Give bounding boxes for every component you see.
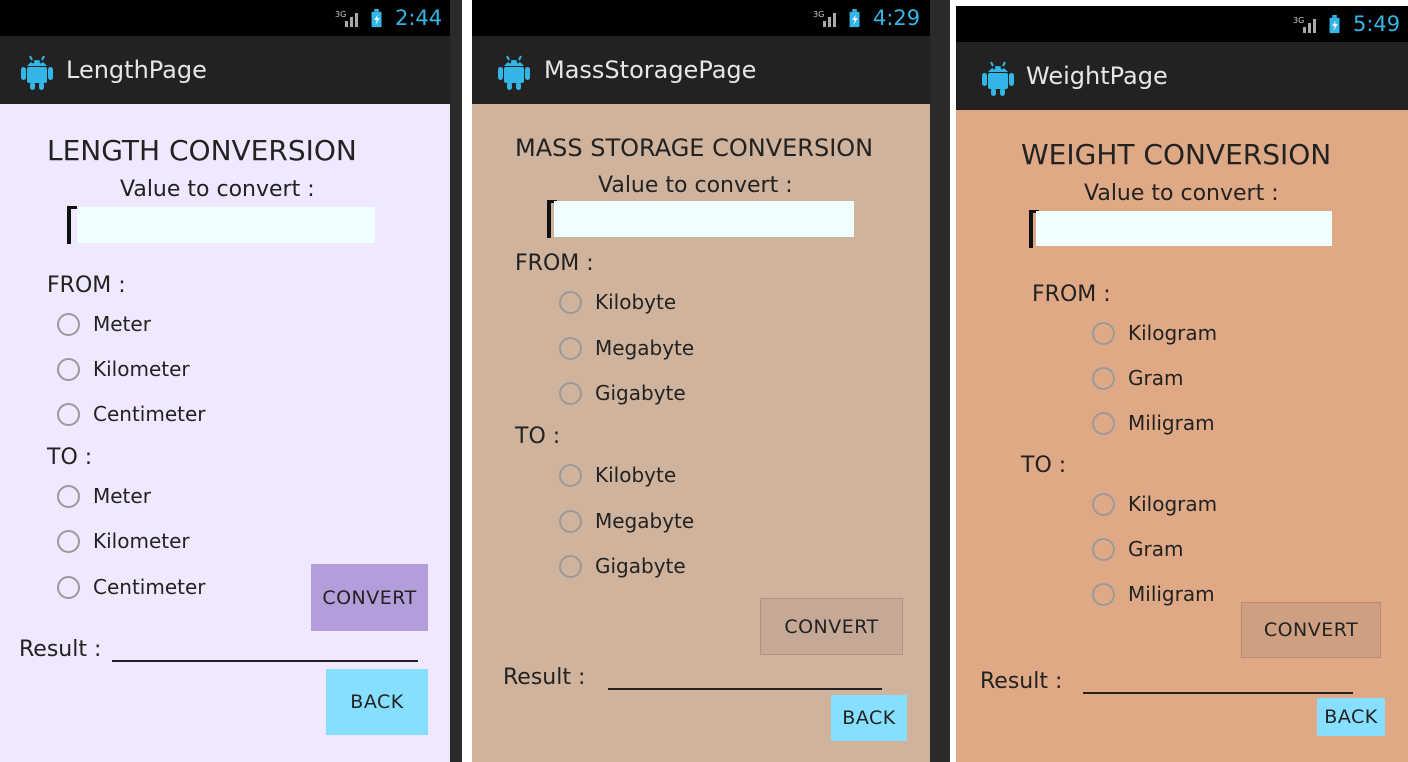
- convert-button[interactable]: CONVERT: [760, 598, 903, 655]
- conversion-heading: WEIGHT CONVERSION: [1021, 138, 1332, 171]
- radio-button[interactable]: [57, 485, 80, 508]
- from-label: FROM :: [515, 251, 594, 276]
- radio-button[interactable]: [57, 576, 80, 599]
- from-label: FROM :: [1032, 282, 1111, 307]
- status-bar: 3G 4:29: [472, 0, 930, 36]
- to-label: TO :: [47, 445, 93, 470]
- radio-button[interactable]: [57, 358, 80, 381]
- page-title: WeightPage: [1026, 62, 1168, 90]
- radio-button[interactable]: [559, 464, 582, 487]
- radio-button[interactable]: [559, 555, 582, 578]
- result-label: Result :: [503, 665, 586, 690]
- svg-text:3G: 3G: [335, 10, 346, 19]
- svg-text:3G: 3G: [813, 10, 824, 19]
- radio-label: Miligram: [1128, 582, 1215, 606]
- radio-label: Miligram: [1128, 411, 1215, 435]
- radio-button[interactable]: [57, 530, 80, 553]
- from-label: FROM :: [47, 273, 126, 298]
- value-input[interactable]: [77, 207, 375, 243]
- radio-label: Kilobyte: [595, 463, 677, 487]
- status-bar: 3G 5:49: [956, 6, 1408, 42]
- text-cursor: [67, 206, 77, 244]
- text-cursor: [547, 200, 557, 238]
- mass-storage-content: MASS STORAGE CONVERSION Value to convert…: [472, 104, 930, 762]
- radio-button[interactable]: [1092, 538, 1115, 561]
- background-strip: [462, 0, 472, 762]
- status-bar: 3G 2:44: [0, 0, 450, 36]
- to-label: TO :: [1021, 453, 1067, 478]
- action-bar: WeightPage: [956, 42, 1408, 110]
- action-bar: LengthPage: [0, 36, 450, 104]
- battery-charging-icon: [371, 9, 382, 28]
- status-time: 4:29: [873, 6, 921, 30]
- conversion-heading: MASS STORAGE CONVERSION: [515, 134, 874, 162]
- mass-storage-screen: 3G 4:29 MassStoragePage MASS STORAGE CON…: [472, 0, 930, 762]
- radio-label: Kilogram: [1128, 492, 1218, 516]
- page-title: MassStoragePage: [544, 56, 757, 84]
- result-value-line: [1083, 692, 1353, 694]
- weight-screen: 3G 5:49 WeightPage WEIGHT CONVERSION Val…: [956, 6, 1408, 762]
- to-label: TO :: [515, 424, 561, 449]
- result-value-line: [608, 688, 882, 690]
- result-label: Result :: [19, 637, 102, 662]
- radio-button[interactable]: [559, 382, 582, 405]
- radio-label: Gram: [1128, 537, 1184, 561]
- radio-label: Centimeter: [93, 402, 206, 426]
- action-bar: MassStoragePage: [472, 36, 930, 104]
- radio-label: Gigabyte: [595, 554, 686, 578]
- radio-button[interactable]: [559, 510, 582, 533]
- value-label: Value to convert :: [598, 173, 793, 198]
- back-button[interactable]: BACK: [1317, 698, 1385, 736]
- convert-button[interactable]: CONVERT: [311, 564, 428, 631]
- back-button[interactable]: BACK: [831, 695, 907, 741]
- radio-button[interactable]: [1092, 367, 1115, 390]
- conversion-heading: LENGTH CONVERSION: [47, 134, 357, 167]
- radio-label: Centimeter: [93, 575, 206, 599]
- radio-button[interactable]: [1092, 583, 1115, 606]
- radio-button[interactable]: [1092, 493, 1115, 516]
- status-time: 2:44: [395, 6, 443, 30]
- radio-label: Meter: [93, 312, 151, 336]
- radio-label: Kilogram: [1128, 321, 1218, 345]
- value-input[interactable]: [554, 201, 854, 237]
- value-label: Value to convert :: [1084, 181, 1279, 206]
- radio-label: Megabyte: [595, 336, 695, 360]
- radio-button[interactable]: [1092, 322, 1115, 345]
- radio-label: Kilometer: [93, 529, 190, 553]
- divider: [450, 0, 462, 762]
- android-icon: [21, 55, 53, 90]
- android-icon: [498, 55, 530, 90]
- radio-button[interactable]: [57, 403, 80, 426]
- page-title: LengthPage: [66, 56, 207, 84]
- radio-label: Gram: [1128, 366, 1184, 390]
- convert-button[interactable]: CONVERT: [1241, 602, 1381, 658]
- text-cursor: [1029, 210, 1039, 248]
- radio-button[interactable]: [559, 291, 582, 314]
- radio-label: Meter: [93, 484, 151, 508]
- radio-label: Kilobyte: [595, 290, 677, 314]
- radio-button[interactable]: [1092, 412, 1115, 435]
- weight-content: WEIGHT CONVERSION Value to convert : FRO…: [956, 110, 1408, 762]
- svg-text:3G: 3G: [1293, 16, 1304, 25]
- length-screen: 3G 2:44 LengthPage LENGTH CONVERSION Val…: [0, 0, 450, 762]
- result-label: Result :: [980, 669, 1063, 694]
- radio-button[interactable]: [57, 313, 80, 336]
- radio-label: Kilometer: [93, 357, 190, 381]
- battery-charging-icon: [849, 9, 860, 28]
- divider: [930, 0, 950, 762]
- radio-label: Gigabyte: [595, 381, 686, 405]
- battery-charging-icon: [1329, 15, 1340, 34]
- android-icon: [982, 61, 1014, 96]
- back-button[interactable]: BACK: [326, 669, 428, 735]
- radio-label: Megabyte: [595, 509, 695, 533]
- value-label: Value to convert :: [120, 177, 315, 202]
- status-time: 5:49: [1353, 12, 1401, 36]
- value-input[interactable]: [1036, 211, 1332, 246]
- radio-button[interactable]: [559, 337, 582, 360]
- result-value-line: [112, 660, 418, 662]
- length-content: LENGTH CONVERSION Value to convert : FRO…: [0, 104, 450, 762]
